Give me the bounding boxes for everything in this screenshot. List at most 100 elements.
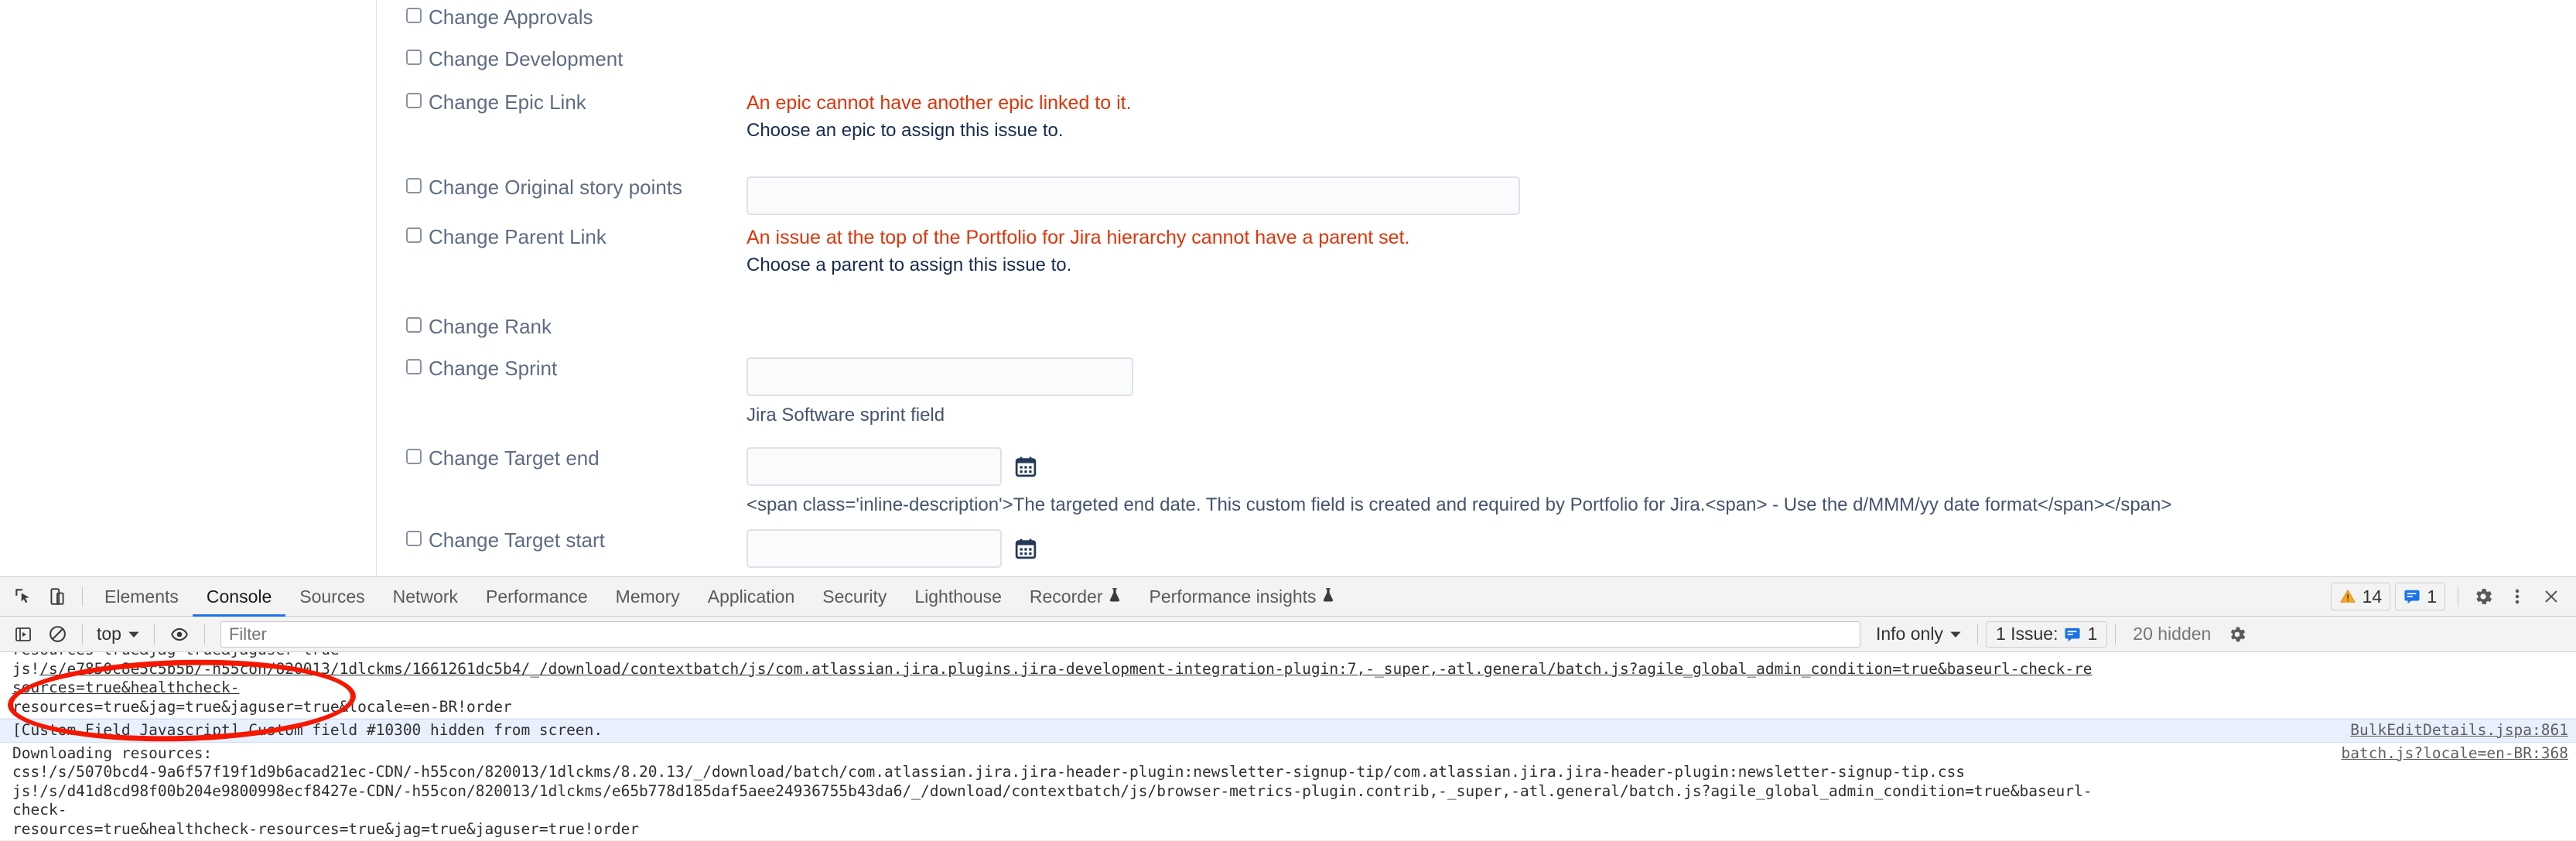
field-toggle-label: Change Original story points bbox=[429, 176, 682, 198]
message-count-badge[interactable]: 1 bbox=[2395, 583, 2445, 610]
chevron-down-icon bbox=[1949, 628, 1962, 641]
field-toggle-label: Change Approvals bbox=[429, 6, 593, 28]
field-description: Choose a parent to assign this issue to. bbox=[746, 254, 1409, 277]
field-toggle-label: Change Target start bbox=[429, 529, 605, 551]
tab-performance[interactable]: Performance bbox=[472, 577, 602, 616]
tab-label: Elements bbox=[104, 586, 179, 607]
checkbox-icon[interactable] bbox=[406, 50, 422, 65]
console-message[interactable]: resources=true&jag=true&jaguser=true js!… bbox=[0, 652, 2576, 719]
field-toggle-change-parent-link[interactable]: Change Parent Link bbox=[406, 226, 606, 248]
checkbox-icon[interactable] bbox=[406, 531, 422, 546]
checkbox-icon[interactable] bbox=[406, 449, 422, 464]
tab-label: Memory bbox=[616, 586, 680, 607]
message-bubble-icon bbox=[2064, 627, 2081, 642]
jira-bulk-edit-form: Change Approvals Change Development Change… bbox=[0, 0, 2576, 576]
experiment-flask-icon bbox=[1109, 586, 1122, 607]
field-toggle-change-approvals[interactable]: Change Approvals bbox=[406, 6, 593, 28]
filter-separator-4 bbox=[1977, 624, 1978, 644]
field-input-wrapper bbox=[746, 176, 1520, 215]
field-toggle-change-epic-link[interactable]: Change Epic Link bbox=[406, 91, 586, 113]
device-toolbar-icon[interactable] bbox=[40, 579, 74, 614]
form-field-row: Change Development bbox=[0, 48, 2576, 71]
console-source-link[interactable]: batch.js?locale=en-BR:368 bbox=[2326, 744, 2569, 764]
field-toggle-change-target-end[interactable]: Change Target end bbox=[406, 447, 600, 469]
tab-label: Application bbox=[708, 586, 795, 607]
form-field-row: Change Rank bbox=[0, 316, 2576, 339]
tab-performance-insights[interactable]: Performance insights bbox=[1136, 577, 1349, 616]
field-text-input[interactable] bbox=[746, 447, 1002, 486]
console-message[interactable]: Downloading resources: css!/s/5070bcd4-9… bbox=[0, 743, 2576, 841]
field-text-input[interactable] bbox=[746, 357, 1133, 396]
execution-context-selector[interactable]: top bbox=[91, 624, 146, 644]
tab-lighthouse[interactable]: Lighthouse bbox=[900, 577, 1016, 616]
calendar-icon[interactable] bbox=[1014, 455, 1037, 478]
field-text-input[interactable] bbox=[746, 176, 1520, 215]
console-sidebar-icon[interactable] bbox=[6, 617, 40, 651]
warning-triangle-icon bbox=[2339, 588, 2356, 605]
log-level-selector[interactable]: Info only bbox=[1868, 624, 1970, 644]
gear-icon[interactable] bbox=[2466, 579, 2500, 614]
field-toggle-label: Change Rank bbox=[429, 316, 552, 337]
tab-sources[interactable]: Sources bbox=[285, 577, 378, 616]
tab-security[interactable]: Security bbox=[808, 577, 900, 616]
calendar-icon[interactable] bbox=[1014, 537, 1037, 560]
form-field-row: Change SprintJira Software sprint field bbox=[0, 357, 2576, 381]
checkbox-icon[interactable] bbox=[406, 227, 422, 243]
checkbox-icon[interactable] bbox=[406, 359, 422, 374]
checkbox-icon[interactable] bbox=[406, 178, 422, 193]
checkbox-icon[interactable] bbox=[406, 93, 422, 108]
filter-separator-1 bbox=[82, 624, 83, 644]
tab-label: Performance bbox=[486, 586, 588, 607]
console-settings-gear-icon[interactable] bbox=[2220, 617, 2254, 651]
experiment-flask-icon bbox=[1322, 586, 1335, 607]
console-message[interactable]: [Custom Field Javascript] Custom field #… bbox=[0, 719, 2576, 743]
console-filter-input[interactable] bbox=[220, 621, 1860, 648]
chevron-down-icon bbox=[128, 628, 140, 641]
tab-console[interactable]: Console bbox=[193, 577, 285, 616]
field-toggle-change-original-story-points[interactable]: Change Original story points bbox=[406, 176, 682, 198]
kebab-menu-icon[interactable] bbox=[2500, 579, 2534, 614]
console-text-fragment: resources=true&jag=true&jaguser=true&loc… bbox=[12, 698, 512, 716]
issues-label: 1 Issue: bbox=[1996, 624, 2058, 644]
field-input-wrapper bbox=[746, 529, 1037, 568]
field-detail-cell: An issue at the top of the Portfolio for… bbox=[746, 226, 1409, 277]
filter-separator-2 bbox=[154, 624, 155, 644]
checkbox-icon[interactable] bbox=[406, 8, 422, 23]
checkbox-icon[interactable] bbox=[406, 317, 422, 333]
field-toggle-label: Change Epic Link bbox=[429, 91, 586, 113]
console-message-list[interactable]: resources=true&jag=true&jaguser=true js!… bbox=[0, 652, 2576, 841]
field-toggle-change-development[interactable]: Change Development bbox=[406, 48, 624, 70]
field-text-input[interactable] bbox=[746, 529, 1002, 568]
chrome-devtools-panel: Elements ConsoleSourcesNetwork Performance… bbox=[0, 576, 2576, 840]
message-count-label: 1 bbox=[2427, 586, 2437, 607]
field-toggle-change-rank[interactable]: Change Rank bbox=[406, 316, 552, 337]
log-level-label: Info only bbox=[1876, 624, 1943, 644]
issues-badge[interactable]: 1 Issue: 1 bbox=[1986, 621, 2107, 648]
tab-application[interactable]: Application bbox=[694, 577, 809, 616]
tab-elements[interactable]: Elements bbox=[91, 577, 193, 616]
field-toggle-change-sprint[interactable]: Change Sprint bbox=[406, 357, 557, 379]
inspect-element-icon[interactable] bbox=[6, 579, 40, 614]
form-field-row: Change Target start bbox=[0, 529, 2576, 552]
form-field-row: Change Approvals bbox=[0, 6, 2576, 29]
field-toggle-label: Change Development bbox=[429, 48, 624, 70]
console-source-link[interactable]: BulkEditDetails.jspa:861 bbox=[2335, 721, 2568, 740]
console-url-link[interactable]: /s/e7850c8e5c5b5b/-h55con/820013/1dlckms… bbox=[12, 660, 2092, 697]
tab-network[interactable]: Network bbox=[379, 577, 472, 616]
clear-console-icon[interactable] bbox=[40, 617, 74, 651]
field-description: Jira Software sprint field bbox=[746, 404, 1133, 427]
tab-label: Recorder bbox=[1030, 586, 1103, 607]
warning-count-badge[interactable]: 14 bbox=[2331, 583, 2391, 610]
console-message-text: [Custom Field Javascript] Custom field #… bbox=[12, 721, 603, 740]
tab-recorder[interactable]: Recorder bbox=[1016, 577, 1136, 616]
issues-count: 1 bbox=[2087, 624, 2097, 644]
console-text-fragment: [Custom Field Javascript] Custom field #… bbox=[12, 721, 603, 739]
close-icon[interactable] bbox=[2534, 579, 2568, 614]
tab-memory[interactable]: Memory bbox=[602, 577, 694, 616]
field-toggle-change-target-start[interactable]: Change Target start bbox=[406, 529, 605, 551]
field-detail-cell bbox=[746, 529, 1037, 568]
live-expression-icon[interactable] bbox=[162, 617, 196, 651]
field-detail-cell: An epic cannot have another epic linked … bbox=[746, 91, 1132, 142]
devtools-tab-list: Elements ConsoleSourcesNetwork Performance… bbox=[91, 577, 1349, 616]
tab-label: Performance insights bbox=[1150, 586, 1317, 607]
